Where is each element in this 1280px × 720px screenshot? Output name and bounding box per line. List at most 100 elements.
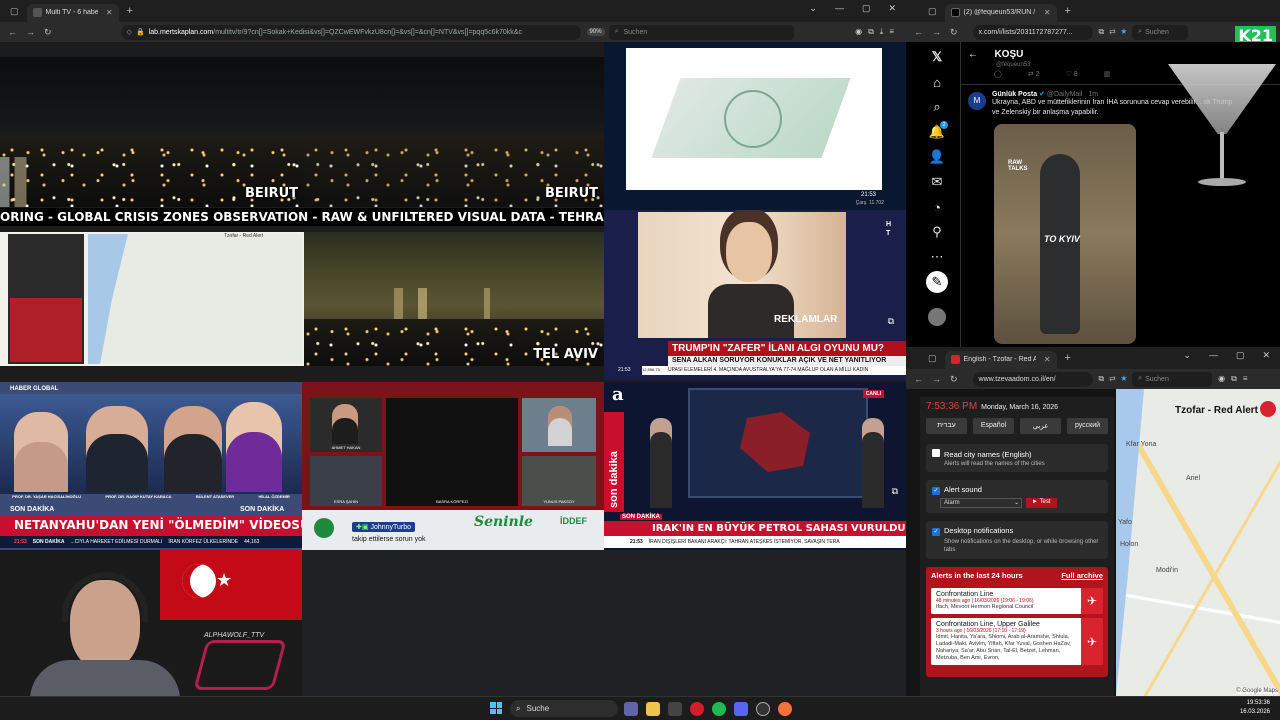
firefox-icon[interactable] [778, 702, 792, 716]
new-tab-button[interactable]: + [1065, 352, 1071, 364]
multi-cam-tile[interactable]: AHMET HAKAN BASRA KÖRFEZİ ESRA ŞAHİN YUN… [302, 382, 604, 550]
close-tab-icon[interactable]: ✕ [1044, 8, 1051, 17]
full-archive-link[interactable]: Full archive [1061, 571, 1103, 580]
close-window-button[interactable]: ✕ [888, 3, 896, 14]
tab-dropdown-icon[interactable]: ⌄ [809, 3, 817, 14]
taskbar-search[interactable]: ⌕ Suche [510, 700, 618, 717]
redalert-mini-tile[interactable]: Tzofar - Red Alert [0, 232, 304, 366]
close-window-button[interactable]: ✕ [1262, 350, 1270, 361]
notifications-icon[interactable]: 🔔 2 [924, 121, 950, 143]
forward-icon[interactable]: → [932, 374, 950, 384]
streamer-webcam[interactable]: ★ ALPHAWOLF_TTV [0, 550, 302, 696]
test-sound-button[interactable]: ► Test [1026, 498, 1057, 508]
messages-icon[interactable]: ✉ [924, 171, 950, 193]
telaviv-cam[interactable]: TEL AVIV [304, 232, 604, 366]
reload-icon[interactable]: ↻ [44, 27, 61, 37]
spotify-icon[interactable] [712, 702, 726, 716]
close-tab-icon[interactable]: ✕ [1044, 355, 1051, 364]
star-icon[interactable]: ★ [1121, 27, 1133, 36]
haber-global-tile[interactable]: HABER GLOBAL PROF. DR. YAŞAR HACISALİHOĞ… [0, 382, 302, 550]
menu-icon[interactable]: ≡ [1243, 374, 1254, 383]
close-tab-icon[interactable]: ✕ [106, 8, 113, 17]
address-bar[interactable]: www.tzevaadom.co.il/en/ [972, 371, 1093, 387]
avatar[interactable] [924, 306, 950, 328]
lang-hebrew-button[interactable]: עברית [926, 418, 967, 434]
tweet-media[interactable]: RAW TALKS TO KYIV [994, 124, 1136, 344]
account-icon[interactable]: ◉ [1218, 374, 1231, 383]
teams-icon[interactable] [624, 702, 638, 716]
start-button[interactable] [490, 702, 502, 714]
beirut-cam-2[interactable]: BEIRUT [304, 57, 604, 207]
tab-multitv[interactable]: Multi TV - 6 haber kanalı ✕ [26, 3, 119, 22]
forward-icon[interactable]: → [932, 27, 950, 37]
views-icon[interactable]: ▥ [1104, 70, 1111, 78]
menu-icon[interactable]: ≡ [889, 27, 900, 36]
minimize-button[interactable]: — [1209, 350, 1218, 361]
alert-card[interactable]: Confrontation Line, Upper Galilee 3 hour… [931, 618, 1103, 665]
taskbar-clock[interactable]: 19:53:36 16.03.2026 [1240, 699, 1270, 717]
pip-icon[interactable]: ⧉ [888, 316, 894, 327]
new-tab-button[interactable]: + [127, 5, 133, 17]
search-box[interactable]: ⌕ Suchen [1132, 24, 1189, 40]
tab-x[interactable]: (2) @fequeun53/RUN / X ✕ [944, 3, 1057, 22]
alert-map[interactable]: Tzofar - Red Alert Kfar Yona Ariel Yafo … [1116, 389, 1280, 696]
tab-tzofar[interactable]: English - Tzofar - Red Alert ✕ [944, 350, 1057, 369]
reload-icon[interactable]: ↻ [950, 374, 967, 384]
home-icon[interactable]: ⌂ [924, 71, 950, 93]
back-arrow-icon[interactable]: ← [968, 49, 978, 60]
tab-dropdown-icon[interactable]: ⌄ [1183, 350, 1191, 361]
profile-icon[interactable]: ⚲ [924, 221, 950, 243]
repost-count[interactable]: ⇄ 2 [1028, 70, 1040, 78]
alert-sound-checkbox[interactable]: ✓ [932, 487, 940, 495]
new-tab-button[interactable]: + [1065, 5, 1071, 17]
obs-icon[interactable] [756, 702, 770, 716]
back-icon[interactable]: ← [8, 27, 26, 37]
search-box[interactable]: ⌕ Suchen [608, 24, 794, 40]
maximize-button[interactable]: ▢ [862, 3, 871, 14]
read-names-checkbox[interactable] [932, 449, 940, 457]
lang-russian-button[interactable]: русский [1067, 418, 1108, 434]
alert-card[interactable]: Confrontation Line 48 minutes ago | 16/0… [931, 588, 1103, 614]
opera-icon[interactable] [690, 702, 704, 716]
discord-icon[interactable] [734, 702, 748, 716]
beirut-cam-1[interactable]: BEIRUT [0, 57, 304, 207]
settings-icon[interactable]: ⚙ [896, 368, 902, 376]
back-icon[interactable]: ← [914, 27, 932, 37]
pip-icon[interactable]: ⧉ [892, 486, 898, 497]
store-icon[interactable] [668, 702, 682, 716]
lang-arabic-button[interactable]: عربي [1020, 418, 1061, 434]
address-bar[interactable]: ◇ 🔒 lab.mertskaplan.com /multitv/tr/9?cn… [120, 24, 581, 40]
post-button[interactable]: ✎ [926, 271, 948, 293]
grok-icon[interactable]: ◔ [924, 196, 950, 218]
like-count[interactable]: ♡ 8 [1066, 70, 1078, 78]
explore-icon[interactable]: ⌕ [924, 96, 950, 118]
alert-sound-select[interactable]: Alarm ⌄ [940, 498, 1022, 508]
address-bar[interactable]: x.com/i/lists/2031172787277... [972, 24, 1093, 40]
zoom-badge[interactable]: 90% [586, 28, 605, 36]
tab-list-icon[interactable]: ▢ [928, 353, 937, 364]
reply-icon[interactable]: ◯ [994, 70, 1002, 78]
lang-spanish-button[interactable]: Español [973, 418, 1014, 434]
ht-news-tile[interactable]: H T REKLAMLAR ⧉ TRUMP'IN "ZAFER" İLANI A… [604, 210, 906, 380]
desktop-notif-checkbox[interactable]: ✓ [932, 528, 940, 536]
follow-icon[interactable]: 👤 [924, 146, 950, 168]
ad-panel[interactable]: 21:53 Çarş. 11.702 [604, 42, 906, 210]
tab-list-icon[interactable]: ▢ [10, 6, 19, 17]
star-icon[interactable]: ★ [1121, 374, 1133, 383]
reload-icon[interactable]: ↻ [950, 27, 967, 37]
extensions-icon[interactable]: ⧉ [1231, 374, 1243, 383]
x-logo-icon[interactable]: 𝕏 [924, 46, 950, 68]
tweet-author[interactable]: Günlük Posta [992, 91, 1037, 98]
download-icon[interactable]: ⤓ [880, 27, 890, 36]
tab-list-icon[interactable]: ▢ [928, 6, 937, 17]
back-icon[interactable]: ← [914, 374, 932, 384]
forward-icon[interactable]: → [26, 27, 44, 37]
file-explorer-icon[interactable] [646, 702, 660, 716]
maximize-button[interactable]: ▢ [1236, 350, 1245, 361]
search-box[interactable]: ⌕ Suchen [1132, 371, 1213, 387]
minimize-button[interactable]: — [835, 3, 844, 14]
a-haber-tile[interactable]: a CANLI son dakika ⧉ SON DAKİKA IRAK'IN … [604, 382, 906, 550]
more-icon[interactable]: ⋯ [924, 246, 950, 268]
extensions-icon[interactable]: ⧉ [868, 27, 880, 36]
account-icon[interactable]: ◉ [855, 27, 868, 36]
